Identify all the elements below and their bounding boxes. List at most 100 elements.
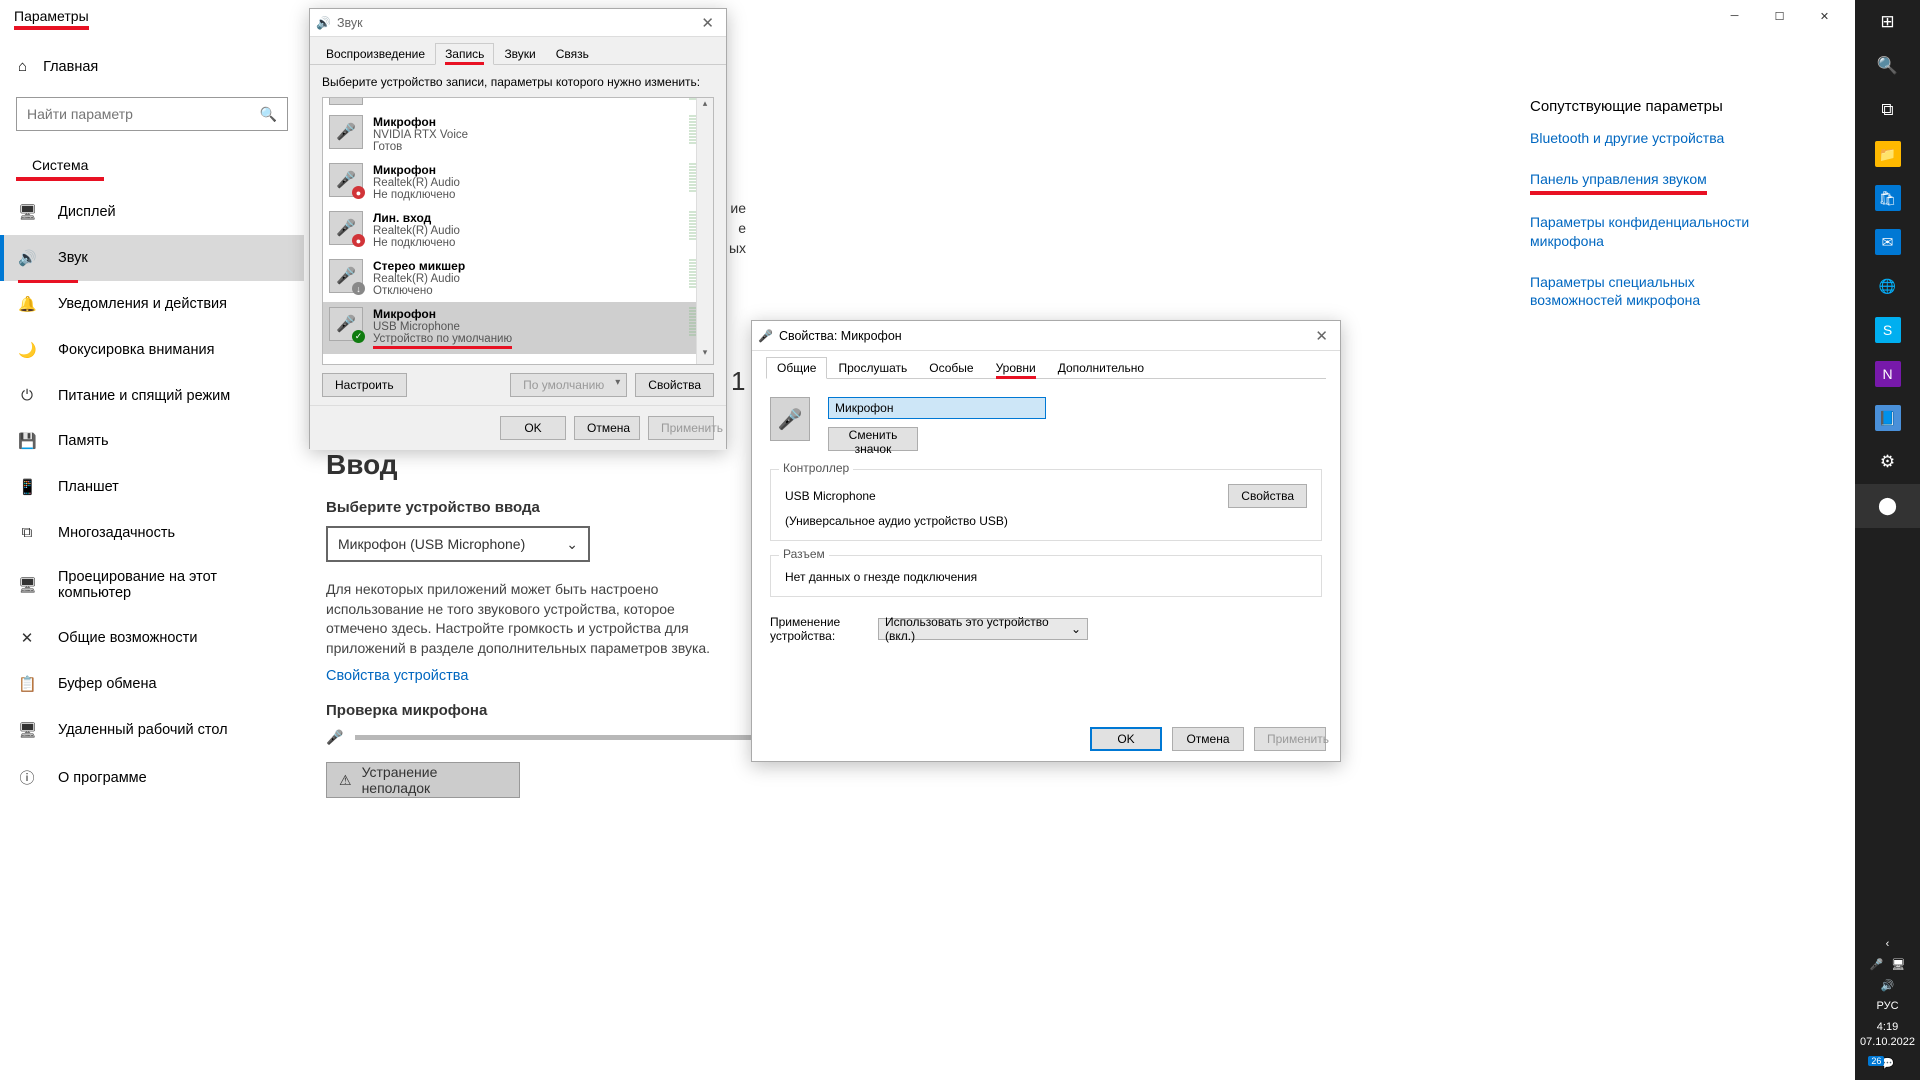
sidebar-item-1[interactable]: 🔊Звук	[0, 235, 304, 281]
related-link-sound-panel[interactable]: Панель управления звуком	[1530, 170, 1707, 195]
taskbar: ⊞ 🔍 ⧉ 📁 🛍 ✉ 🌐 S N 📘 ⚙ ⬤ ‹ 🎤 🖥 🔊 РУС 4:19…	[1855, 0, 1920, 1080]
taskbar-app-2[interactable]: 🛍	[1855, 176, 1920, 220]
device-name-input[interactable]	[828, 397, 1046, 419]
tray-notifications[interactable]: 💬26	[1881, 1057, 1895, 1070]
cancel-button[interactable]: Отмена	[1172, 727, 1244, 751]
taskbar-app-edge[interactable]: 🌐	[1855, 264, 1920, 308]
troubleshoot-button[interactable]: ⚠ Устранение неполадок	[326, 762, 520, 798]
speaker-icon: 🔊	[316, 16, 331, 30]
sidebar-item-4[interactable]: ⏻Питание и спящий режим	[0, 373, 304, 418]
sidebar-item-2[interactable]: 🔔Уведомления и действия	[0, 281, 304, 327]
taskbar-app-active[interactable]: ⬤	[1855, 484, 1920, 528]
tab-playback[interactable]: Воспроизведение	[316, 43, 435, 65]
sound-dialog-titlebar[interactable]: 🔊 Звук ✕	[310, 9, 726, 37]
taskview-button[interactable]: ⧉	[1855, 88, 1920, 132]
sidebar-item-8[interactable]: 🖥Проецирование на этот компьютер	[0, 555, 304, 615]
cancel-button[interactable]: Отмена	[574, 416, 640, 440]
sidebar-home[interactable]: ⌂ Главная	[0, 48, 304, 85]
tab-comm[interactable]: Связь	[546, 43, 599, 65]
sidebar-item-10[interactable]: 📋Буфер обмена	[0, 661, 304, 707]
search-button[interactable]: 🔍	[1855, 44, 1920, 88]
apply-button[interactable]: Применить	[1254, 727, 1326, 751]
mic-properties-dialog: 🎤 Свойства: Микрофон ✕ Общие Прослушать …	[751, 320, 1341, 762]
taskbar-app-settings[interactable]: ⚙	[1855, 440, 1920, 484]
taskbar-app-mail[interactable]: ✉	[1855, 220, 1920, 264]
ok-button[interactable]: OK	[500, 416, 566, 440]
device-scrollbar[interactable]: ▴ ▾	[696, 98, 713, 364]
scroll-up-icon[interactable]: ▴	[697, 98, 713, 115]
input-device-dropdown[interactable]: Микрофон (USB Microphone) ⌄	[326, 526, 590, 562]
close-button[interactable]: ✕	[1802, 1, 1847, 31]
settings-titlebar: Параметры ─ ☐ ✕	[0, 0, 1855, 32]
recording-device-list[interactable]: 🎤iCatchtek SPCA6350Готов🎤МикрофонNVIDIA …	[322, 97, 714, 365]
sidebar-item-7[interactable]: ⧉Многозадачность	[0, 510, 304, 555]
device-icon: 🎤✓	[329, 307, 363, 341]
tray-lang[interactable]: РУС	[1876, 1000, 1898, 1012]
device-icon: 🎤	[329, 115, 363, 149]
taskbar-app-notes[interactable]: 📘	[1855, 396, 1920, 440]
tray-monitor-icon[interactable]: 🖥	[1891, 958, 1905, 971]
configure-button[interactable]: Настроить	[322, 373, 407, 397]
sidebar-item-5[interactable]: 💾Память	[0, 418, 304, 464]
tab-listen[interactable]: Прослушать	[827, 357, 918, 379]
device-item-0[interactable]: 🎤iCatchtek SPCA6350Готов	[323, 97, 713, 110]
sidebar-item-3[interactable]: 🌙Фокусировка внимания	[0, 327, 304, 373]
ok-button[interactable]: OK	[1090, 727, 1162, 751]
tab-recording[interactable]: Запись	[435, 43, 494, 65]
tray-expand-icon[interactable]: ‹	[1886, 938, 1890, 950]
sidebar-item-0[interactable]: 🖥Дисплей	[0, 189, 304, 235]
tray-volume-icon[interactable]: 🔊	[1881, 979, 1895, 992]
search-input[interactable]	[27, 106, 260, 122]
close-icon[interactable]: ✕	[1309, 327, 1334, 345]
sound-dialog-footer: OK Отмена Применить	[310, 405, 726, 450]
sidebar-item-6[interactable]: 📱Планшет	[0, 464, 304, 510]
properties-button[interactable]: Свойства	[635, 373, 714, 397]
chevron-down-icon: ⌄	[1071, 622, 1081, 636]
sidebar-item-9[interactable]: ✕Общие возможности	[0, 615, 304, 661]
sound-dialog-title: Звук	[337, 16, 363, 30]
tray-clock[interactable]: 4:19 07.10.2022	[1860, 1020, 1915, 1049]
change-icon-button[interactable]: Сменить значок	[828, 427, 918, 451]
default-button[interactable]: По умолчанию	[510, 373, 627, 397]
taskbar-app-1[interactable]: 📁	[1855, 132, 1920, 176]
sidebar-item-label: Многозадачность	[58, 525, 175, 541]
tray-mic-icon[interactable]: 🎤	[1870, 958, 1884, 971]
minimize-button[interactable]: ─	[1712, 1, 1757, 31]
props-titlebar[interactable]: 🎤 Свойства: Микрофон ✕	[752, 321, 1340, 351]
device-item-4[interactable]: 🎤↓Стерео микшерRealtek(R) AudioОтключено	[323, 254, 713, 302]
tab-sounds[interactable]: Звуки	[494, 43, 545, 65]
tab-general[interactable]: Общие	[766, 357, 827, 379]
sidebar-item-label: Удаленный рабочий стол	[58, 722, 228, 738]
related-link-bluetooth[interactable]: Bluetooth и другие устройства	[1530, 129, 1765, 148]
controller-props-button[interactable]: Свойства	[1228, 484, 1307, 508]
device-item-3[interactable]: 🎤●Лин. входRealtek(R) AudioНе подключено	[323, 206, 713, 254]
sidebar-icon: ✕	[18, 629, 36, 647]
device-icon: 🎤	[770, 397, 810, 441]
device-item-5[interactable]: 🎤✓МикрофонUSB MicrophoneУстройство по ум…	[323, 302, 713, 354]
sound-dialog-tabs: Воспроизведение Запись Звуки Связь	[310, 37, 726, 65]
related-link-mic-privacy[interactable]: Параметры конфиденциальности микрофона	[1530, 213, 1765, 251]
taskbar-app-skype[interactable]: S	[1855, 308, 1920, 352]
settings-search[interactable]: 🔍	[16, 97, 288, 131]
sidebar-item-11[interactable]: 🖥Удаленный рабочий стол	[0, 707, 304, 753]
sidebar-home-label: Главная	[43, 59, 98, 75]
related-link-mic-access[interactable]: Параметры специальных возможностей микро…	[1530, 273, 1765, 311]
sidebar-item-12[interactable]: ⓘО программе	[0, 753, 304, 802]
usage-dropdown[interactable]: Использовать это устройство (вкл.) ⌄	[878, 618, 1088, 640]
tab-levels[interactable]: Уровни	[985, 357, 1047, 379]
tab-advanced[interactable]: Дополнительно	[1047, 357, 1155, 379]
scroll-down-icon[interactable]: ▾	[697, 347, 713, 364]
taskbar-app-onenote[interactable]: N	[1855, 352, 1920, 396]
tab-custom[interactable]: Особые	[918, 357, 984, 379]
apply-button[interactable]: Применить	[648, 416, 714, 440]
close-icon[interactable]: ✕	[695, 14, 720, 32]
input-description: Для некоторых приложений может быть наст…	[326, 580, 736, 658]
device-item-1[interactable]: 🎤МикрофонNVIDIA RTX VoiceГотов	[323, 110, 713, 158]
controller-name: USB Microphone	[785, 489, 876, 503]
status-badge: ●	[352, 234, 365, 247]
props-footer: OK Отмена Применить	[752, 717, 1340, 761]
related-settings: Сопутствующие параметры Bluetooth и друг…	[1530, 98, 1765, 332]
device-item-2[interactable]: 🎤●МикрофонRealtek(R) AudioНе подключено	[323, 158, 713, 206]
maximize-button[interactable]: ☐	[1757, 1, 1802, 31]
start-button[interactable]: ⊞	[1855, 0, 1920, 44]
